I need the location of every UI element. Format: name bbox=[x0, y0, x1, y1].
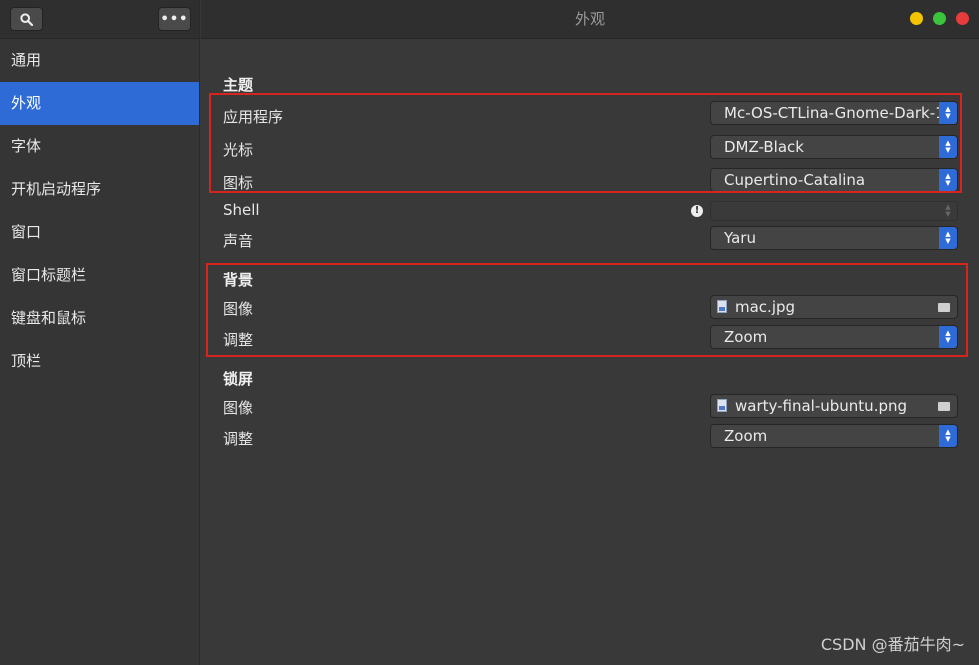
menu-button[interactable]: ••• bbox=[158, 7, 191, 31]
lockscreen-adjust-combo[interactable]: Zoom ▲ ▼ bbox=[710, 424, 958, 448]
sidebar-item-window-titlebars[interactable]: 窗口标题栏 bbox=[0, 254, 199, 297]
updown-arrows-icon: ▲ ▼ bbox=[939, 227, 957, 249]
window-title: 外观 bbox=[574, 10, 605, 28]
watermark: CSDN @番茄牛肉~ bbox=[820, 635, 965, 654]
sidebar-item-fonts[interactable]: 字体 bbox=[0, 125, 199, 168]
search-icon bbox=[20, 12, 33, 26]
shell-theme-combo: ▲ ▼ bbox=[710, 201, 958, 221]
lockscreen-image-value: warty-final-ubuntu.png bbox=[735, 397, 908, 415]
folder-icon bbox=[938, 402, 950, 411]
sidebar-nav: 通用 外观 字体 开机启动程序 窗口 窗口标题栏 键盘和鼠标 顶栏 bbox=[0, 39, 199, 383]
sound-label: 声音 bbox=[223, 232, 254, 250]
themes-heading: 主题 bbox=[223, 76, 254, 94]
lockscreen-image-chooser[interactable]: warty-final-ubuntu.png bbox=[710, 394, 958, 418]
minimize-button[interactable] bbox=[910, 12, 923, 25]
sidebar-header: ••• bbox=[0, 0, 199, 39]
warning-icon[interactable]: ! bbox=[691, 205, 703, 217]
sidebar: ••• 通用 外观 字体 开机启动程序 窗口 窗口标题栏 键盘和鼠标 顶栏 bbox=[0, 0, 200, 665]
lockscreen-heading: 锁屏 bbox=[223, 370, 254, 388]
sidebar-item-windows[interactable]: 窗口 bbox=[0, 211, 199, 254]
updown-arrows-icon: ▲ ▼ bbox=[945, 203, 951, 218]
sidebar-item-startup-applications[interactable]: 开机启动程序 bbox=[0, 168, 199, 211]
highlight-box-background bbox=[206, 263, 968, 357]
image-file-icon bbox=[717, 399, 727, 412]
titlebar: 外观 bbox=[201, 0, 979, 39]
window-controls bbox=[910, 12, 969, 25]
sidebar-item-keyboard-mouse[interactable]: 键盘和鼠标 bbox=[0, 297, 199, 340]
main-panel: 外观 主题 应用程序 Mc-OS-CTLina-Gnome-Dark-1.3.2… bbox=[201, 0, 979, 665]
lockscreen-adjust-label: 调整 bbox=[223, 430, 254, 448]
more-icon: ••• bbox=[160, 11, 189, 27]
maximize-button[interactable] bbox=[933, 12, 946, 25]
shell-label: Shell bbox=[223, 201, 260, 219]
close-button[interactable] bbox=[956, 12, 969, 25]
search-button[interactable] bbox=[10, 7, 43, 31]
sidebar-item-top-bar[interactable]: 顶栏 bbox=[0, 340, 199, 383]
sound-theme-combo[interactable]: Yaru ▲ ▼ bbox=[710, 226, 958, 250]
highlight-box-themes bbox=[209, 93, 962, 193]
lockscreen-image-label: 图像 bbox=[223, 399, 254, 417]
sound-theme-value: Yaru bbox=[724, 229, 756, 247]
sidebar-item-general[interactable]: 通用 bbox=[0, 39, 199, 82]
updown-arrows-icon: ▲ ▼ bbox=[939, 425, 957, 447]
lockscreen-adjust-value: Zoom bbox=[724, 427, 768, 445]
sidebar-item-appearance[interactable]: 外观 bbox=[0, 82, 199, 125]
